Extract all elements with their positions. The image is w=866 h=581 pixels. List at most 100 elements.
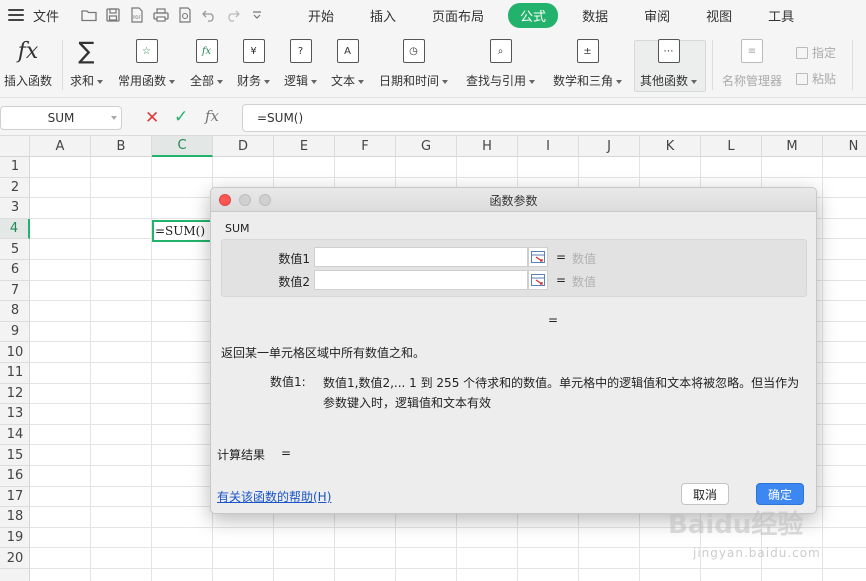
tab-review[interactable]: 审阅 [632,3,682,28]
name-manager-button[interactable]: ≡ 名称管理器 [722,36,782,89]
column-header-i[interactable]: I [518,136,579,157]
column-header-m[interactable]: M [762,136,823,157]
tab-home[interactable]: 开始 [296,3,346,28]
column-header-k[interactable]: K [640,136,701,157]
print-preview-icon[interactable] [177,7,193,23]
specify-icon [796,46,808,59]
name-box[interactable]: SUM [0,106,122,130]
row-header-7[interactable]: 7 [0,281,30,302]
grid-column-line [822,157,823,581]
row-header-9[interactable]: 9 [0,322,30,343]
paste-button[interactable]: 粘贴 [796,70,836,87]
row-header-2[interactable]: 2 [0,178,30,199]
formula-bar: SUM ✕ ✓ fx =SUM() [0,98,866,136]
magnifier-icon: ⌕ [489,36,512,66]
logical-functions-button[interactable]: ? 逻辑 [284,36,318,89]
row-header-13[interactable]: 13 [0,404,30,425]
column-header-d[interactable]: D [213,136,274,157]
insert-function-fx-icon[interactable]: fx [205,107,219,125]
autosum-button[interactable]: ∑ 求和 [70,36,104,89]
math-functions-button[interactable]: ± 数学和三角 [553,36,623,89]
column-header-n[interactable]: N [823,136,866,157]
tab-view[interactable]: 视图 [694,3,744,28]
column-header-a[interactable]: A [30,136,91,157]
row-header-15[interactable]: 15 [0,445,30,466]
datetime-functions-button[interactable]: ◷ 日期和时间 [379,36,449,89]
arguments-panel: 数值1 = 数值 数值2 = 数值 [221,239,807,297]
tab-data[interactable]: 数据 [570,3,620,28]
tab-tools[interactable]: 工具 [756,3,806,28]
column-header-j[interactable]: J [579,136,640,157]
lookup-functions-button[interactable]: ⌕ 查找与引用 [466,36,536,89]
row-header-17[interactable]: 17 [0,487,30,508]
confirm-edit-icon[interactable]: ✓ [174,107,188,127]
select-all-corner[interactable] [0,136,30,157]
autosum-label: 求和 [70,74,95,88]
row-header-20[interactable]: 20 [0,548,30,569]
ribbon-divider [852,40,853,90]
arg1-input[interactable] [314,247,528,267]
column-header-h[interactable]: H [457,136,518,157]
column-header-e[interactable]: E [274,136,335,157]
specify-button[interactable]: 指定 [796,44,836,61]
redo-icon[interactable] [225,7,241,23]
row-header-5[interactable]: 5 [0,239,30,260]
other-functions-label: 其他函数 [640,74,689,88]
arg1-range-picker-icon[interactable] [528,247,548,267]
tab-insert[interactable]: 插入 [358,3,408,28]
tab-formulas[interactable]: 公式 [508,2,559,28]
more-functions-icon: ⋯ [657,36,680,66]
export-pdf-icon[interactable]: PDF [129,7,145,23]
math-label: 数学和三角 [553,74,614,88]
row-header-14[interactable]: 14 [0,425,30,446]
file-menu[interactable]: 文件 [33,6,59,25]
grid-row-line [30,568,866,569]
text-functions-button[interactable]: A 文本 [331,36,365,89]
active-cell-c4[interactable]: =SUM() [152,220,214,242]
datetime-label: 日期和时间 [379,74,440,88]
sigma-icon: ∑ [78,37,95,65]
row-header-8[interactable]: 8 [0,301,30,322]
row-header-18[interactable]: 18 [0,507,30,528]
common-functions-button[interactable]: ☆ 常用函数 [118,36,176,89]
function-name: SUM [225,222,250,235]
function-help-link[interactable]: 有关该函数的帮助(H) [217,488,331,505]
arg2-range-picker-icon[interactable] [528,270,548,290]
row-header-11[interactable]: 11 [0,363,30,384]
print-icon[interactable] [153,7,169,23]
cancel-button[interactable]: 取消 [681,483,729,505]
row-header-6[interactable]: 6 [0,260,30,281]
column-header-g[interactable]: G [396,136,457,157]
column-header-c[interactable]: C [152,136,213,157]
dialog-titlebar[interactable]: 函数参数 [211,188,816,212]
column-header-f[interactable]: F [335,136,396,157]
other-functions-button[interactable]: ⋯ 其他函数 [640,36,698,89]
function-arguments-dialog: 函数参数 SUM 数值1 = 数值 数值2 = 数值 = 返回某一单元格区域中所… [210,187,817,514]
row-header-10[interactable]: 10 [0,342,30,363]
row-header-19[interactable]: 19 [0,528,30,549]
row-header-12[interactable]: 12 [0,384,30,405]
grid-column-line [90,157,91,581]
tab-page-layout[interactable]: 页面布局 [420,3,496,28]
arg2-input[interactable] [314,270,528,290]
row-header-16[interactable]: 16 [0,466,30,487]
all-functions-button[interactable]: fx 全部 [190,36,224,89]
parameter-description: 数值1,数值2,... 1 到 255 个待求和的数值。单元格中的逻辑值和文本将… [323,376,800,410]
formula-input[interactable]: =SUM() [242,104,866,132]
insert-function-button[interactable]: fx 插入函数 [4,36,52,89]
name-box-dropdown-icon[interactable] [111,116,117,120]
row-header-1[interactable]: 1 [0,157,30,178]
open-folder-icon[interactable] [81,7,97,23]
cancel-edit-icon[interactable]: ✕ [145,108,159,128]
financial-functions-button[interactable]: ¥ 财务 [237,36,271,89]
row-header-4[interactable]: 4 [0,218,30,240]
column-header-l[interactable]: L [701,136,762,157]
common-functions-label: 常用函数 [118,74,167,88]
row-header-3[interactable]: 3 [0,198,30,219]
save-icon[interactable] [105,7,121,23]
column-header-b[interactable]: B [91,136,152,157]
undo-icon[interactable] [201,7,217,23]
ok-button[interactable]: 确定 [756,483,804,505]
hamburger-menu-icon[interactable] [8,9,24,21]
customize-toolbar-chevron-icon[interactable] [249,7,265,23]
